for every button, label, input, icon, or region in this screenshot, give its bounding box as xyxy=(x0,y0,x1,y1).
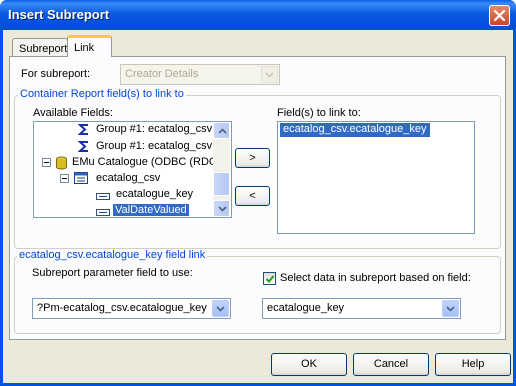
tab-link-label: Link xyxy=(74,42,95,54)
field-icon xyxy=(96,191,110,203)
chevron-down-icon xyxy=(261,66,278,83)
subreport-field-select[interactable]: ecatalogue_key xyxy=(262,298,461,319)
available-fields-tree[interactable]: Group #1: ecatalog_csv Group #1: ecatalo… xyxy=(33,121,232,218)
tree-item-label: ecatalog_csv xyxy=(96,172,161,184)
tree-item-label: Group #1: ecatalog_csv xyxy=(96,123,213,135)
close-button[interactable] xyxy=(489,5,510,26)
sigma-icon xyxy=(77,123,90,139)
chevron-down-icon xyxy=(212,300,229,317)
collapse-toggle-icon[interactable] xyxy=(60,174,69,186)
tree-vertical-scrollbar[interactable] xyxy=(213,122,230,217)
list-item[interactable]: ecatalog_csv.ecatalogue_key xyxy=(280,123,430,137)
sigma-icon xyxy=(77,140,90,156)
for-subreport-select[interactable]: Creator Details xyxy=(120,64,280,85)
scroll-down-button[interactable] xyxy=(213,200,230,217)
param-field-value: ?Pm-ecatalog_csv.ecatalogue_key xyxy=(37,302,207,314)
linked-fields-label: Field(s) to link to: xyxy=(277,107,361,119)
scroll-up-button[interactable] xyxy=(213,122,230,139)
ok-label: OK xyxy=(301,358,317,370)
help-button[interactable]: Help xyxy=(435,353,511,376)
subreport-field-value: ecatalogue_key xyxy=(267,302,345,314)
cancel-label: Cancel xyxy=(373,358,409,370)
database-icon xyxy=(55,156,68,173)
linked-fields-list[interactable]: ecatalog_csv.ecatalogue_key xyxy=(277,121,475,234)
select-data-checkbox[interactable] xyxy=(263,272,276,285)
tree-item-label: EMu Catalogue (ODBC (RDO xyxy=(72,156,218,168)
available-fields-label: Available Fields: xyxy=(33,107,113,119)
field-link-group-label: ecatalog_csv.ecatalogue_key field link xyxy=(17,249,208,261)
dialog-window: Insert Subreport Subreport Link For subr… xyxy=(0,0,516,386)
dialog-body: Subreport Link For subreport: Creator De… xyxy=(3,30,513,383)
tab-link[interactable]: Link xyxy=(67,35,112,57)
scroll-thumb[interactable] xyxy=(213,172,230,196)
add-link-label: > xyxy=(249,152,256,164)
select-data-label: Select data in subreport based on field: xyxy=(280,272,471,284)
for-subreport-label: For subreport: xyxy=(21,68,91,80)
title-bar[interactable]: Insert Subreport xyxy=(0,0,516,30)
container-group-label: Container Report field(s) to link to xyxy=(18,88,186,100)
tree-item-label: ecatalogue_key xyxy=(116,188,194,200)
tab-subreport-label: Subreport xyxy=(19,43,68,55)
remove-link-button[interactable]: < xyxy=(235,186,270,206)
tree-item-label: Group #1: ecatalog_csv xyxy=(96,140,213,152)
chevron-down-icon xyxy=(442,300,459,317)
for-subreport-value: Creator Details xyxy=(125,68,199,80)
help-label: Help xyxy=(461,358,485,370)
add-link-button[interactable]: > xyxy=(235,148,270,168)
param-field-select[interactable]: ?Pm-ecatalog_csv.ecatalogue_key xyxy=(32,298,231,319)
param-field-label: Subreport parameter field to use: xyxy=(32,267,193,279)
ok-button[interactable]: OK xyxy=(271,353,347,376)
field-icon xyxy=(96,207,110,217)
cancel-button[interactable]: Cancel xyxy=(353,353,429,376)
window-title: Insert Subreport xyxy=(8,7,110,22)
remove-link-label: < xyxy=(249,190,256,202)
collapse-toggle-icon[interactable] xyxy=(42,158,51,170)
table-icon xyxy=(74,172,88,187)
tree-item-label: ValDateValued xyxy=(113,204,189,216)
tab-subreport[interactable]: Subreport xyxy=(12,38,68,56)
